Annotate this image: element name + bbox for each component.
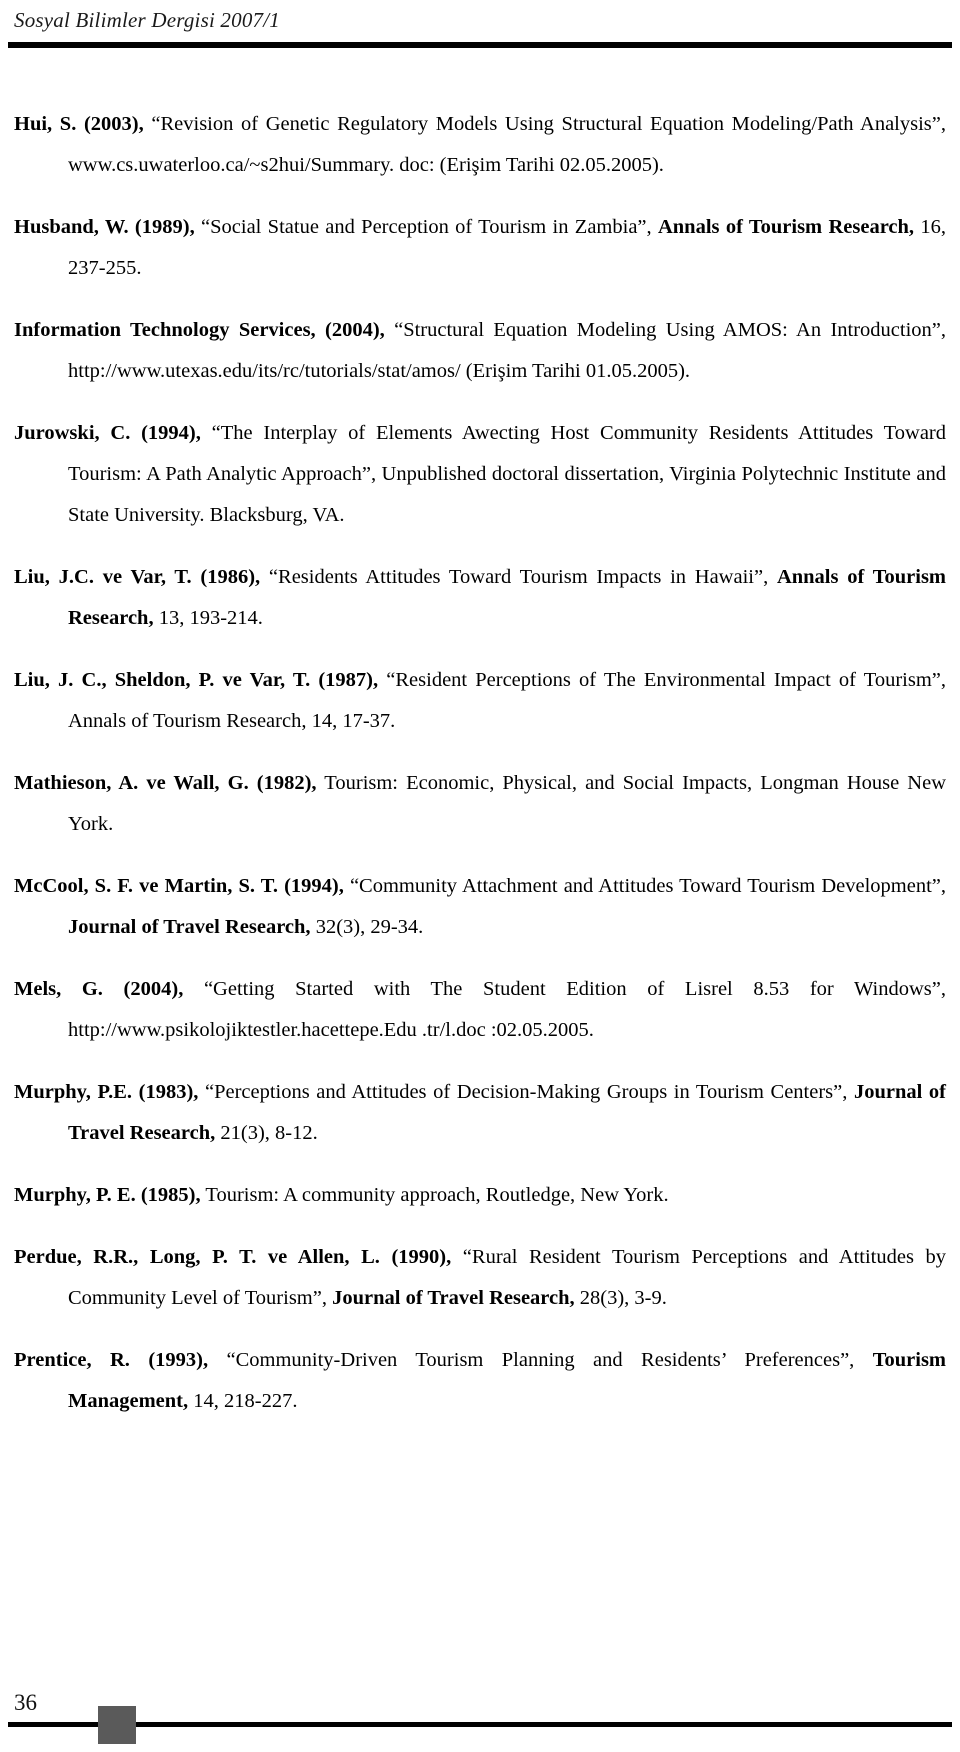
reference-author: Perdue, R.R., Long, P. T. ve Allen, L. (… [14, 1246, 452, 1268]
reference-author: Information Technology Services, (2004), [14, 319, 385, 341]
reference-author: Mathieson, A. ve Wall, G. (1982), [14, 772, 317, 794]
reference-author: Jurowski, C. (1994), [14, 422, 201, 444]
header-rule [8, 42, 952, 48]
reference-body: “Revision of Genetic Regulatory Models U… [68, 113, 946, 176]
reference-entry: Liu, J. C., Sheldon, P. ve Var, T. (1987… [14, 660, 946, 742]
reference-author: Hui, S. (2003), [14, 113, 144, 135]
reference-entry: Mathieson, A. ve Wall, G. (1982), Touris… [14, 763, 946, 845]
reference-entry: Jurowski, C. (1994), “The Interplay of E… [14, 413, 946, 536]
reference-source: Journal of Travel Research, [332, 1287, 575, 1309]
reference-entry: Mels, G. (2004), “Getting Started with T… [14, 969, 946, 1051]
reference-body: “Community Attachment and Attitudes Towa… [343, 875, 947, 897]
reference-entry: Husband, W. (1989), “Social Statue and P… [14, 207, 946, 289]
reference-tail: 32(3), 29-34. [310, 916, 424, 938]
footer-marker-square [98, 1706, 136, 1744]
reference-author: Husband, W. (1989), [14, 216, 195, 238]
reference-entry: McCool, S. F. ve Martin, S. T. (1994), “… [14, 866, 946, 948]
reference-body: “Getting Started with The Student Editio… [68, 978, 946, 1041]
reference-author: McCool, S. F. ve Martin, S. T. (1994), [14, 875, 344, 897]
reference-entry: Prentice, R. (1993), “Community-Driven T… [14, 1340, 946, 1422]
reference-body: “Residents Attitudes Toward Tourism Impa… [260, 566, 777, 588]
reference-source: Journal of Travel Research, [68, 916, 311, 938]
reference-source: Annals of Tourism Research, [657, 216, 915, 238]
reference-tail: 13, 193-214. [153, 607, 263, 629]
reference-entry: Murphy, P. E. (1985), Tourism: A communi… [14, 1175, 946, 1216]
running-head: Sosyal Bilimler Dergisi 2007/1 [14, 8, 280, 32]
reference-body: “Perceptions and Attitudes of Decision-M… [198, 1081, 854, 1103]
reference-list: Hui, S. (2003), “Revision of Genetic Reg… [14, 104, 946, 1422]
reference-tail: 14, 218-227. [188, 1390, 298, 1412]
reference-author: Prentice, R. (1993), [14, 1349, 209, 1371]
reference-entry: Murphy, P.E. (1983), “Perceptions and At… [14, 1072, 946, 1154]
reference-entry: Perdue, R.R., Long, P. T. ve Allen, L. (… [14, 1237, 946, 1319]
reference-body: Tourism: A community approach, Routledge… [200, 1184, 669, 1206]
reference-author: Liu, J. C., Sheldon, P. ve Var, T. (1987… [14, 669, 379, 691]
document-page: Sosyal Bilimler Dergisi 2007/1 Hui, S. (… [0, 0, 960, 1752]
reference-body: “Community-Driven Tourism Planning and R… [208, 1349, 873, 1371]
reference-entry: Information Technology Services, (2004),… [14, 310, 946, 392]
reference-author: Mels, G. (2004), [14, 978, 184, 1000]
reference-author: Murphy, P. E. (1985), [14, 1184, 201, 1206]
reference-tail: 28(3), 3-9. [574, 1287, 667, 1309]
reference-entry: Hui, S. (2003), “Revision of Genetic Reg… [14, 104, 946, 186]
reference-entry: Liu, J.C. ve Var, T. (1986), “Residents … [14, 557, 946, 639]
reference-body: “Social Statue and Perception of Tourism… [194, 216, 658, 238]
reference-tail: 21(3), 8-12. [215, 1122, 318, 1144]
reference-author: Liu, J.C. ve Var, T. (1986), [14, 566, 261, 588]
footer-rule [8, 1722, 952, 1727]
page-number: 36 [14, 1690, 37, 1715]
reference-author: Murphy, P.E. (1983), [14, 1081, 199, 1103]
